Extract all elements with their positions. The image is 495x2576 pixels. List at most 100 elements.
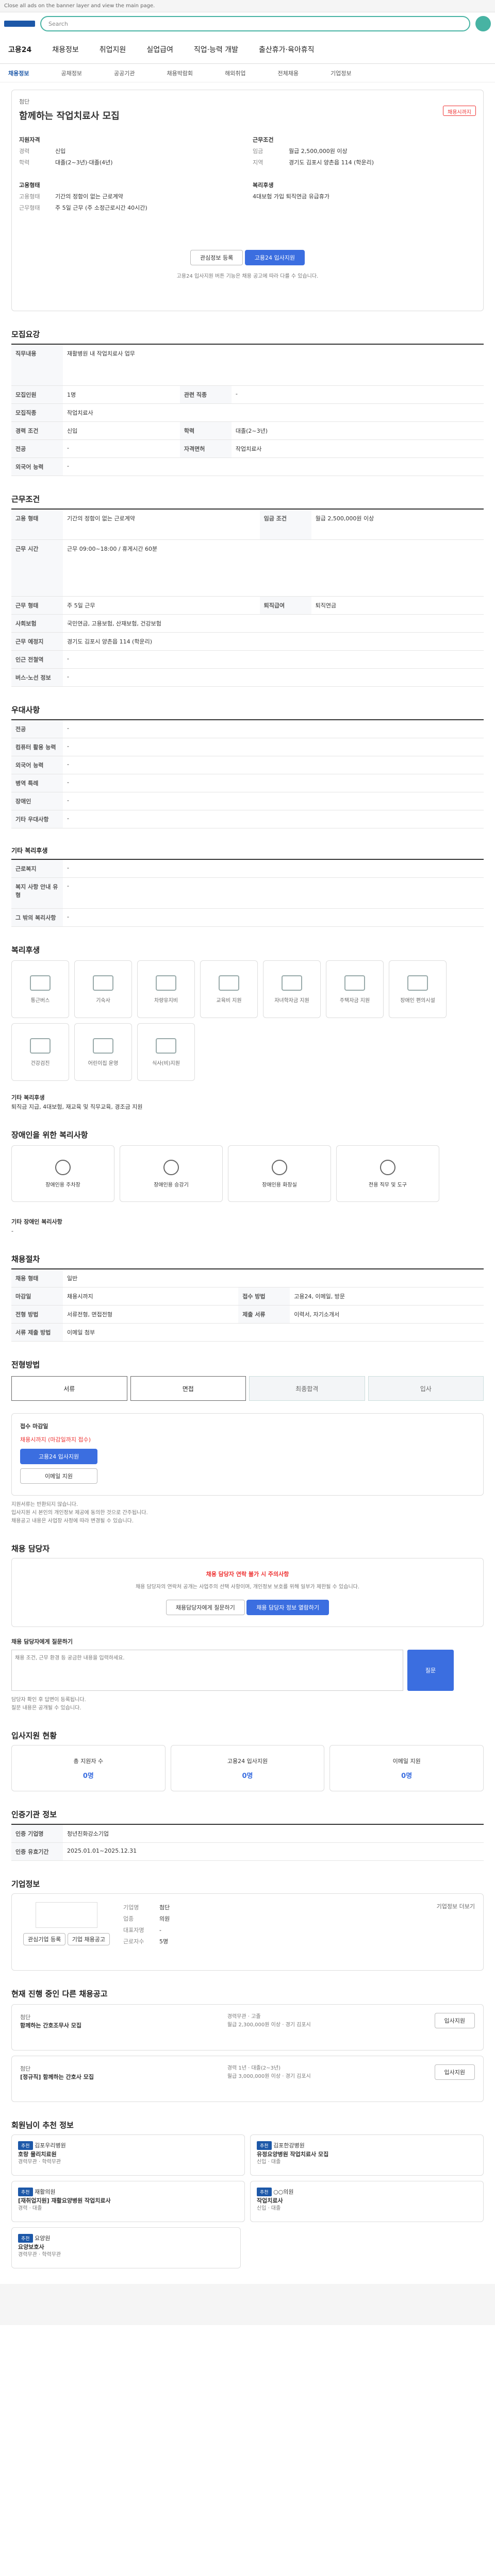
elevator-icon bbox=[163, 1159, 179, 1175]
other-job[interactable]: 첨단 함께하는 간호조무사 모집 경력무관 · 고졸 월급 2,300,000원 이… bbox=[11, 2004, 484, 2050]
job-title[interactable]: 작업치료사 bbox=[257, 2197, 283, 2204]
gnb-item[interactable]: 실업급여 bbox=[146, 44, 173, 55]
apply-button[interactable]: 고용24 입사지원 bbox=[20, 1449, 97, 1464]
preference-table: 전공 - 컴퓨터 활용 능력 - 외국어 능력 - 병역 특례 - 장애인 - 기타 우대… bbox=[11, 719, 484, 828]
steps: 서류 면접 최종합격 입사 bbox=[11, 1376, 484, 1401]
gnb-item[interactable]: 채용정보 bbox=[52, 44, 79, 55]
recommend-card[interactable]: 추천 김포한강병원 유정요양병원 작업치료사 모집 신입 · 대졸 bbox=[250, 2134, 484, 2176]
gnb-item[interactable]: 출산휴가·육아휴직 bbox=[259, 44, 315, 55]
scrap-button[interactable]: 관심정보 등록 bbox=[190, 250, 243, 265]
site-logo-mini[interactable] bbox=[4, 21, 35, 27]
th: 고용 형태 bbox=[11, 509, 63, 540]
th: 외국어 능력 bbox=[11, 756, 63, 774]
job-title[interactable]: 함께하는 간호조무사 모집 bbox=[20, 2022, 81, 2029]
gnb-item[interactable]: 직업·능력 개발 bbox=[194, 44, 238, 55]
th: 장애인 bbox=[11, 792, 63, 810]
other-job[interactable]: 첨단 [정규직] 함께하는 간호사 모집 경력 1년 · 대졸(2~3년) 월급 3… bbox=[11, 2056, 484, 2102]
recommend-card[interactable]: 추천 재활의원 [재취업지원] 재활요양병원 작업치료사 경력 · 대졸 bbox=[11, 2181, 245, 2222]
th: 모집직종 bbox=[11, 403, 63, 422]
job-title[interactable]: [정규직] 함께하는 간호사 모집 bbox=[20, 2074, 94, 2080]
job-title[interactable]: [재취업지원] 재활요양병원 작업치료사 bbox=[18, 2197, 111, 2204]
th: 기타 우대사항 bbox=[11, 810, 63, 828]
td: - bbox=[63, 650, 484, 669]
tag: 추천 bbox=[257, 2188, 272, 2196]
recommend-card[interactable]: 추천 요양원 요양보호사 경력무관 · 학력무관 bbox=[11, 2227, 241, 2268]
subnav-item[interactable]: 채용정보 bbox=[8, 69, 29, 77]
th: 임금 조건 bbox=[259, 509, 311, 540]
question-submit-button[interactable]: 질문 bbox=[407, 1650, 454, 1691]
th: 자격면허 bbox=[179, 439, 232, 458]
company-jobs-button[interactable]: 기업 채용공고 bbox=[67, 1933, 110, 1945]
value: 경력무관 · 학력무관 bbox=[18, 2159, 61, 2165]
th: 근무 시간 bbox=[11, 539, 63, 597]
deadline: 채용시까지 (마감일까지 접수) bbox=[20, 1436, 91, 1443]
welfare-card: 어린이집 운영 bbox=[74, 1023, 132, 1081]
label: 임금 bbox=[253, 148, 263, 155]
contact-view-button[interactable]: 채용 담당자 정보 열람하기 bbox=[246, 1600, 329, 1615]
disability-label: 장애인용 화장실 bbox=[262, 1182, 297, 1188]
job-title[interactable]: 호랑 물리치료원 bbox=[18, 2151, 57, 2158]
contact-warning: 채용 담당자 연락 불가 시 주의사항 채용 담당자의 연락처 공개는 사업주의… bbox=[11, 1558, 484, 1627]
subnav-item[interactable]: 해외취업 bbox=[225, 69, 245, 77]
section-title: 현재 진행 중인 다른 채용공고 bbox=[11, 1989, 108, 1998]
step: 서류 bbox=[11, 1376, 127, 1401]
tag: 추천 bbox=[18, 2234, 33, 2243]
th: 관련 직종 bbox=[179, 385, 232, 404]
welfare-card: 식사(비)지원 bbox=[137, 1023, 195, 1081]
subnav-item[interactable]: 공공기관 bbox=[114, 69, 135, 77]
th: 직무내용 bbox=[11, 344, 63, 386]
subnav-item[interactable]: 공채정보 bbox=[61, 69, 81, 77]
disability-card: 전용 직무 및 도구 bbox=[336, 1145, 439, 1202]
section-title: 모집요강 bbox=[11, 330, 40, 339]
welfare-label: 식사(비)지원 bbox=[152, 1060, 180, 1066]
sub-nav: 채용정보 공채정보 공공기관 채용박람회 해외취업 전체채용 기업정보 bbox=[0, 64, 495, 82]
education-icon bbox=[219, 975, 239, 991]
th: 마감일 bbox=[11, 1287, 63, 1306]
search-icon[interactable] bbox=[475, 16, 491, 31]
company-more-link[interactable]: 기업정보 더보기 bbox=[437, 1902, 475, 1962]
gnb-item[interactable]: 취업지원 bbox=[100, 44, 126, 55]
value: 주 5일 근무 (주 소정근로시간 40시간) bbox=[55, 205, 147, 211]
job-title[interactable]: 유정요양병원 작업치료사 모집 bbox=[257, 2151, 328, 2158]
accessibility-icon bbox=[407, 975, 428, 991]
value: 경력 1년 bbox=[227, 2065, 246, 2071]
warning-title: 채용 담당자 연락 불가 시 주의사항 bbox=[206, 1571, 289, 1578]
td: 이메일 첨부 bbox=[63, 1323, 484, 1342]
job-title: 함께하는 작업치료사 모집 bbox=[19, 111, 120, 122]
ask-button[interactable]: 채용담당자에게 질문하기 bbox=[166, 1600, 245, 1615]
th: 경력 조건 bbox=[11, 421, 63, 440]
recommend-card[interactable]: 추천 ○○의원 작업치료사 신입 · 대졸 bbox=[250, 2181, 484, 2222]
sub-title: 채용 담당자에게 질문하기 bbox=[11, 1638, 73, 1645]
welfare-label: 건강검진 bbox=[30, 1060, 50, 1066]
stat-label: 이메일 지원 bbox=[392, 1757, 421, 1765]
search-row: Search bbox=[0, 12, 495, 35]
search-input[interactable]: Search bbox=[40, 16, 470, 31]
td: 국민연금, 고용보험, 산재보험, 건강보험 bbox=[63, 614, 484, 633]
question-input[interactable] bbox=[11, 1650, 403, 1691]
section-title: 기타 복리후생 bbox=[11, 847, 48, 854]
parking-icon bbox=[55, 1159, 71, 1175]
disability-card: 장애인용 화장실 bbox=[228, 1145, 331, 1202]
welfare-icons: 통근버스 기숙사 차량유지비 교육비 지원 자녀학자금 지원 주택자금 지원 장… bbox=[11, 960, 484, 1081]
th: 병역 특례 bbox=[11, 774, 63, 792]
tag: 추천 bbox=[257, 2141, 272, 2150]
label: 기업명 bbox=[123, 1904, 139, 1911]
apply-button[interactable]: 입사지원 bbox=[434, 2064, 475, 2080]
apply-notice: 고용24 입사지원 버튼 기능은 채용 공고에 따라 다를 수 있습니다. bbox=[176, 274, 319, 279]
section-title: 인증기관 정보 bbox=[11, 1810, 57, 1819]
th: 컴퓨터 활용 능력 bbox=[11, 738, 63, 756]
label: 고용형태 bbox=[19, 193, 40, 200]
logo[interactable]: 고용24 bbox=[8, 44, 31, 55]
subnav-item[interactable]: 기업정보 bbox=[331, 69, 351, 77]
favorite-company-button[interactable]: 관심기업 등록 bbox=[23, 1933, 66, 1945]
process-table: 채용 형태 일반 마감일 채용시까지 접수 방법 고용24, 이메일, 방문 전형 방법… bbox=[11, 1268, 484, 1342]
job-title[interactable]: 요양보호사 bbox=[18, 2244, 44, 2250]
subnav-item[interactable]: 전체채용 bbox=[278, 69, 299, 77]
th: 학력 bbox=[179, 421, 232, 440]
value: 경력무관 · 학력무관 bbox=[18, 2252, 61, 2258]
email-apply-button[interactable]: 이메일 지원 bbox=[20, 1468, 97, 1484]
subnav-item[interactable]: 채용박람회 bbox=[167, 69, 193, 77]
recommend-card[interactable]: 추천 김포우리병원 호랑 물리치료원 경력무관 · 학력무관 bbox=[11, 2134, 245, 2176]
apply-button[interactable]: 고용24 입사지원 bbox=[244, 250, 305, 265]
apply-button[interactable]: 입사지원 bbox=[434, 2013, 475, 2028]
